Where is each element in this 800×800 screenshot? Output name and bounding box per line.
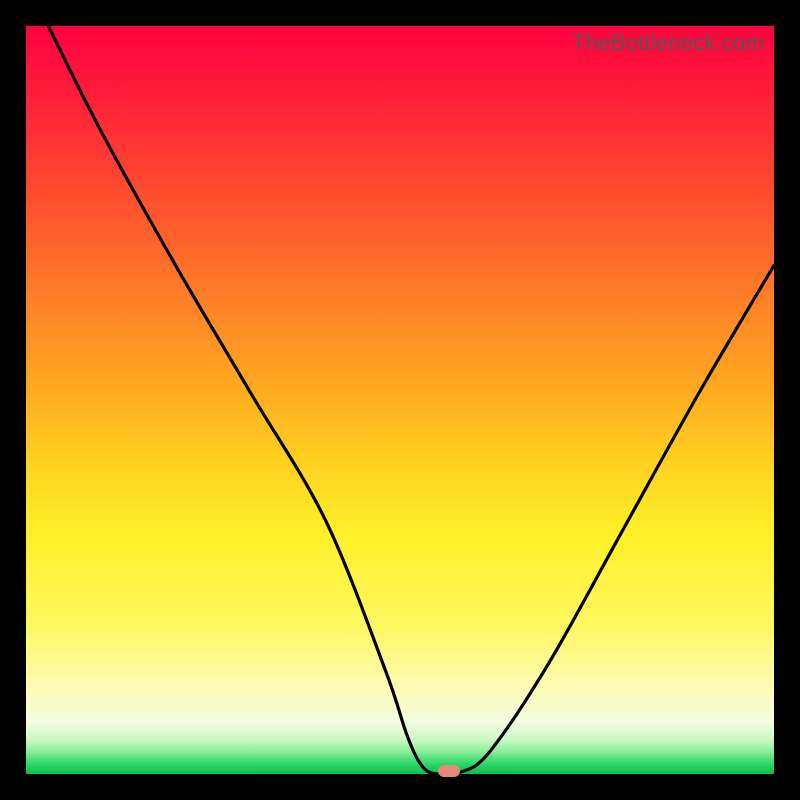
chart-frame: TheBottleneck.com: [0, 0, 800, 800]
curve-path: [48, 26, 774, 774]
plot-area: TheBottleneck.com: [26, 26, 774, 774]
bottleneck-curve: [26, 26, 774, 774]
optimal-marker: [438, 765, 460, 777]
